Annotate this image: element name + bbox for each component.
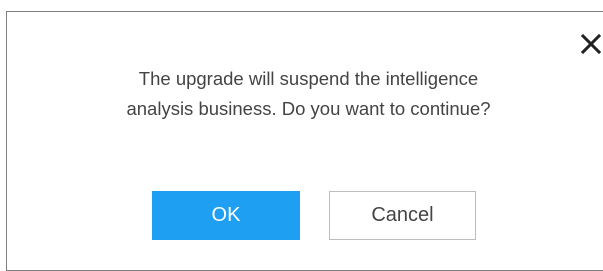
message-line-1: The upgrade will suspend the intelligenc… [138, 68, 479, 89]
message-line-2: analysis business. Do you want to contin… [126, 98, 491, 119]
ok-button[interactable]: OK [152, 191, 300, 240]
close-icon [580, 33, 602, 55]
cancel-button[interactable]: Cancel [329, 191, 476, 240]
close-button[interactable] [580, 33, 602, 55]
dialog-message: The upgrade will suspend the intelligenc… [0, 64, 603, 124]
confirm-dialog [6, 11, 603, 271]
